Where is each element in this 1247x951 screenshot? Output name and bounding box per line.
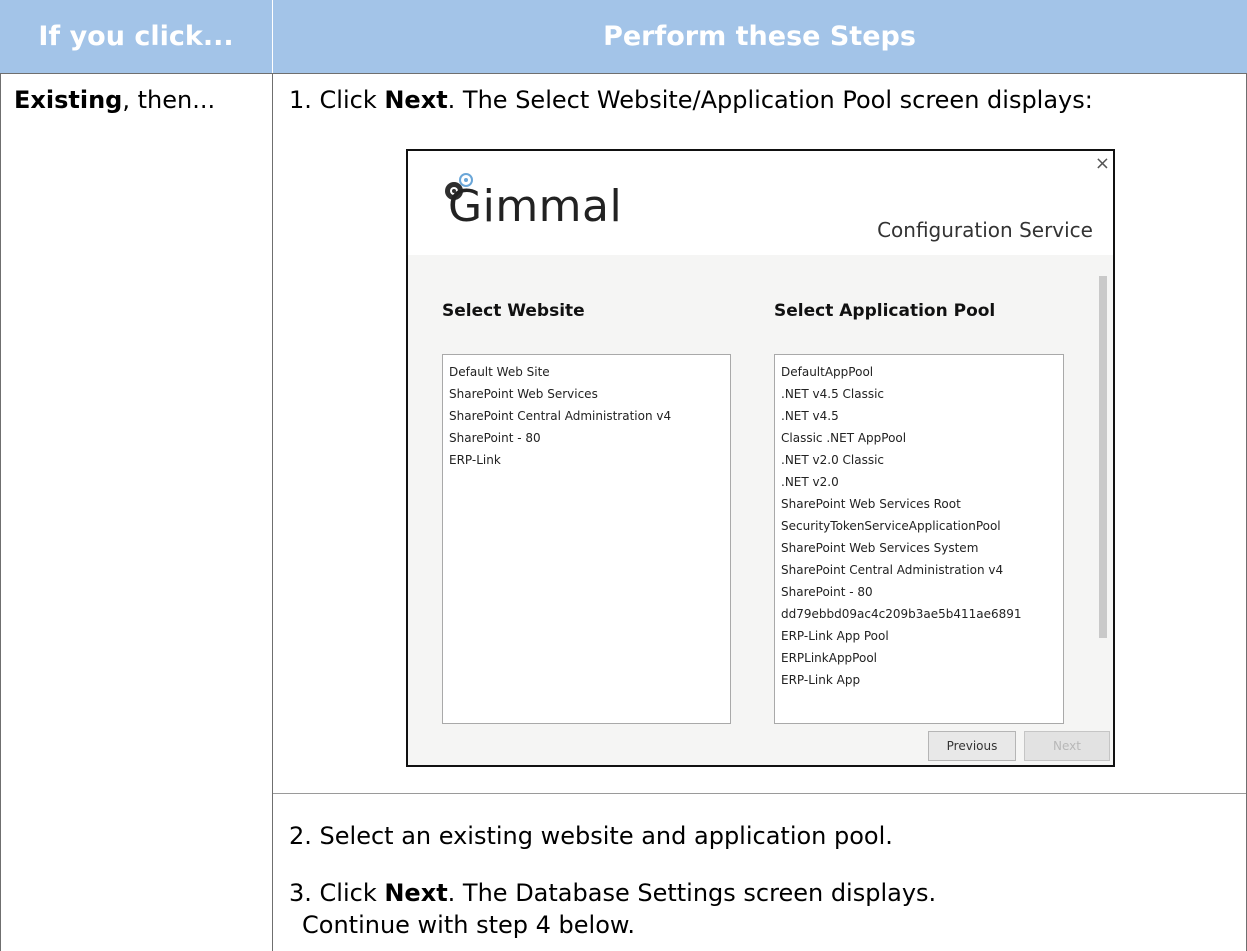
header-perform-steps: Perform these Steps: [603, 21, 916, 52]
table-border-top: [0, 73, 1247, 74]
next-button[interactable]: Next: [1024, 731, 1110, 761]
list-item[interactable]: SharePoint - 80: [443, 427, 730, 449]
list-item[interactable]: .NET v4.5 Classic: [775, 383, 1063, 405]
header-if-you-click: If you click...: [38, 21, 234, 52]
step-3-prefix: 3. Click: [289, 879, 385, 907]
list-item[interactable]: ERP-Link App Pool: [775, 625, 1063, 647]
website-list[interactable]: Default Web Site SharePoint Web Services…: [442, 354, 731, 724]
list-item[interactable]: ERP-Link: [443, 449, 730, 471]
previous-button[interactable]: Previous: [928, 731, 1016, 761]
list-item[interactable]: SharePoint Web Services System: [775, 537, 1063, 559]
list-item[interactable]: .NET v2.0 Classic: [775, 449, 1063, 471]
dialog-subtitle: Configuration Service: [877, 218, 1093, 242]
steps-table: If you click... Perform these Steps Exis…: [0, 0, 1247, 951]
list-item[interactable]: dd79ebbd09ac4c209b3ae5b411ae6891: [775, 603, 1063, 625]
list-item[interactable]: .NET v2.0: [775, 471, 1063, 493]
gimmal-logo: Gimmal: [448, 181, 623, 232]
list-item[interactable]: SharePoint Central Administration v4: [443, 405, 730, 427]
step-2: 2. Select an existing website and applic…: [289, 822, 893, 850]
close-icon[interactable]: ×: [1095, 153, 1110, 174]
list-item[interactable]: SecurityTokenServiceApplicationPool: [775, 515, 1063, 537]
step-3-next-keyword: Next: [384, 879, 448, 907]
vertical-scrollbar[interactable]: [1099, 276, 1107, 638]
list-item[interactable]: Classic .NET AppPool: [775, 427, 1063, 449]
select-website-heading: Select Website: [442, 301, 585, 321]
list-item[interactable]: SharePoint - 80: [775, 581, 1063, 603]
list-item[interactable]: SharePoint Central Administration v4: [775, 559, 1063, 581]
dialog-screenshot: × Gimmal Configuration Service Select We…: [406, 149, 1115, 767]
row-separator: [273, 793, 1246, 794]
step-3: 3. Click Next. The Database Settings scr…: [289, 877, 936, 941]
list-item[interactable]: SharePoint Web Services: [443, 383, 730, 405]
list-item[interactable]: ERPLinkAppPool: [775, 647, 1063, 669]
list-item[interactable]: .NET v4.5: [775, 405, 1063, 427]
list-item[interactable]: SharePoint Web Services Root: [775, 493, 1063, 515]
condition-cell: Existing, then...: [14, 86, 215, 114]
list-item[interactable]: DefaultAppPool: [775, 361, 1063, 383]
list-item[interactable]: ERP-Link App: [775, 669, 1063, 691]
condition-rest: , then...: [122, 86, 216, 114]
step-1-next-keyword: Next: [384, 86, 448, 114]
step-3-text: . The Database Settings screen displays.: [447, 879, 937, 907]
table-column-divider: [272, 73, 273, 951]
dialog-banner: × Gimmal Configuration Service: [408, 151, 1113, 255]
step-1-text: . The Select Website/Application Pool sc…: [447, 86, 1093, 114]
list-item[interactable]: Default Web Site: [443, 361, 730, 383]
step-1-prefix: 1. Click: [289, 86, 385, 114]
table-border-left: [0, 73, 1, 951]
step-3-continuation: Continue with step 4 below.: [302, 911, 635, 939]
condition-keyword: Existing: [14, 86, 123, 114]
step-1: 1. Click Next. The Select Website/Applic…: [289, 86, 1093, 114]
apppool-list[interactable]: DefaultAppPool .NET v4.5 Classic .NET v4…: [774, 354, 1064, 724]
select-apppool-heading: Select Application Pool: [774, 301, 996, 321]
table-header: If you click... Perform these Steps: [0, 0, 1247, 73]
